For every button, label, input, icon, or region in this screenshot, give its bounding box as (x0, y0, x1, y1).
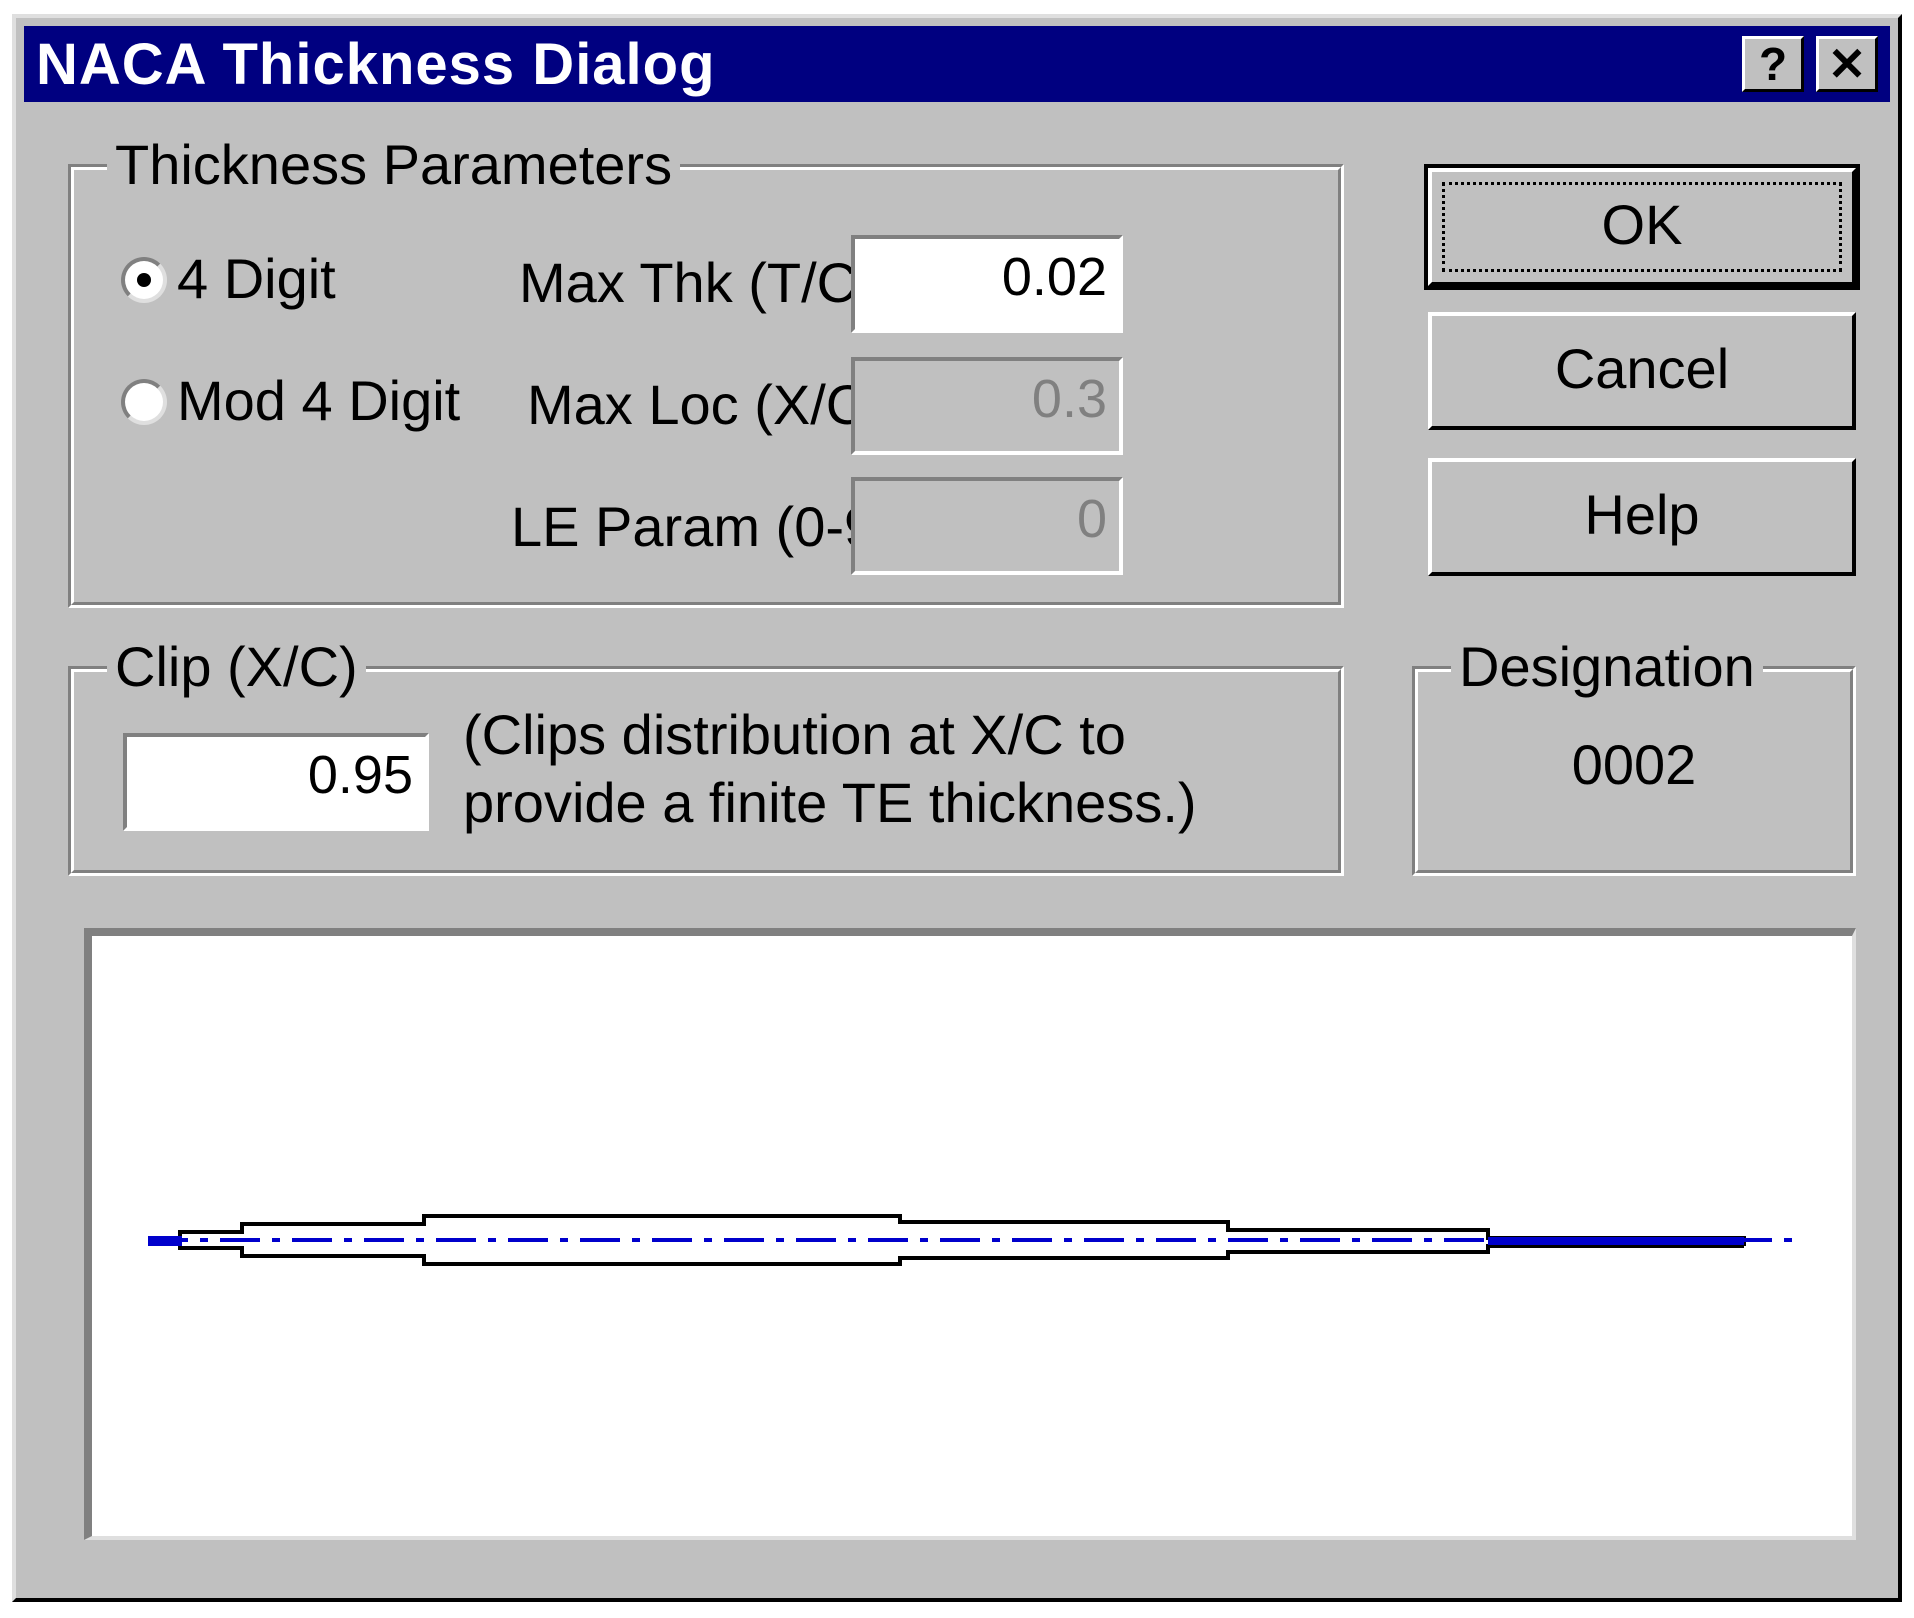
le-param-input[interactable]: 0 (851, 477, 1123, 575)
designation-value: 0002 (1571, 733, 1697, 796)
help-button[interactable]: Help (1428, 458, 1856, 576)
clip-group: Clip (X/C) 0.95 (Clips distribution at X… (68, 637, 1344, 876)
designation-group: Designation 0002 (1412, 637, 1856, 876)
radio-4-digit-dot (137, 273, 151, 287)
designation-legend: Designation (1451, 637, 1763, 697)
cancel-button[interactable]: Cancel (1428, 312, 1856, 430)
title-bar[interactable]: NACA Thickness Dialog ? ✕ (24, 26, 1890, 102)
radio-4-digit[interactable] (121, 257, 167, 303)
help-icon[interactable]: ? (1742, 36, 1804, 92)
cancel-button-label: Cancel (1554, 337, 1730, 400)
clip-input[interactable]: 0.95 (123, 733, 429, 831)
close-icon[interactable]: ✕ (1816, 36, 1878, 92)
thickness-parameters-group: Thickness Parameters 4 Digit Mod 4 Digit… (68, 135, 1344, 608)
le-param-label: LE Param (0-9): (511, 495, 910, 558)
window-title: NACA Thickness Dialog (36, 32, 716, 97)
thickness-parameters-legend: Thickness Parameters (107, 135, 681, 195)
clip-note-line1: (Clips distribution at X/C to (463, 703, 1126, 766)
help-button-label: Help (1584, 483, 1700, 546)
radio-mod-4-digit-label[interactable]: Mod 4 Digit (177, 371, 460, 431)
radio-4-digit-label[interactable]: 4 Digit (177, 249, 336, 309)
naca-thickness-dialog: NACA Thickness Dialog ? ✕ Thickness Para… (12, 14, 1902, 1602)
clip-legend: Clip (X/C) (107, 637, 366, 697)
clip-note-line2: provide a finite TE thickness.) (463, 771, 1197, 834)
max-loc-input[interactable]: 0.3 (851, 357, 1123, 455)
radio-mod-4-digit[interactable] (121, 379, 167, 425)
max-thk-input[interactable]: 0.02 (851, 235, 1123, 333)
ok-focus-rect (1442, 182, 1842, 272)
thickness-preview-plot (148, 1214, 1800, 1266)
thickness-preview (84, 928, 1856, 1540)
max-loc-label: Max Loc (X/C): (527, 373, 901, 436)
max-thk-label: Max Thk (T/C): (519, 251, 892, 314)
thickness-outline-lower (150, 1240, 1744, 1266)
ok-button[interactable]: OK (1424, 164, 1860, 290)
